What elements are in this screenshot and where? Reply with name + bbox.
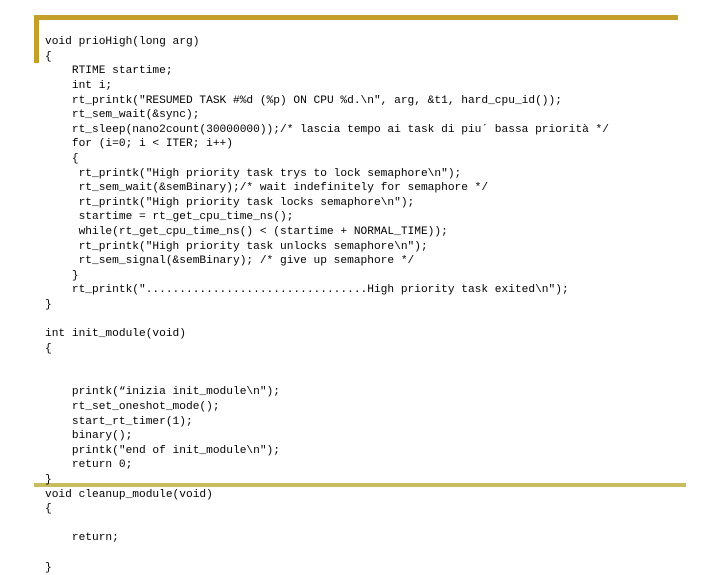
code-line: binary();: [45, 430, 133, 443]
code-line: rt_printk("High priority task trys to lo…: [45, 167, 462, 180]
code-line: void cleanup_module(void): [45, 488, 213, 501]
code-line: rt_printk("High priority task locks sema…: [45, 196, 415, 209]
code-line: for (i=0; i < ITER; i++): [45, 138, 233, 151]
code-line: }: [45, 269, 79, 282]
code-line: }: [45, 561, 52, 574]
code-line: return;: [45, 532, 119, 545]
code-line: {: [45, 50, 52, 63]
code-line: void prioHigh(long arg): [45, 36, 200, 49]
code-line: }: [45, 298, 52, 311]
code-line: {: [45, 152, 79, 165]
code-line: return 0;: [45, 459, 133, 472]
code-line: }: [45, 474, 52, 486]
code-line: rt_sem_wait(&sync);: [45, 109, 200, 122]
left-gold-rule: [34, 15, 39, 63]
code-line: {: [45, 342, 52, 355]
code-line: {: [45, 503, 52, 516]
top-gold-rule: [34, 15, 678, 20]
code-line: printk(“inizia init_module\n");: [45, 386, 280, 399]
code-line: int i;: [45, 79, 113, 92]
code-line: rt_sem_signal(&semBinary); /* give up se…: [45, 255, 415, 268]
code-line: rt_sem_wait(&semBinary);/* wait indefini…: [45, 182, 489, 195]
code-line: int init_module(void): [45, 328, 186, 341]
code-line: startime = rt_get_cpu_time_ns();: [45, 211, 294, 224]
code-listing: void prioHigh(long arg){ RTIME startime;…: [45, 35, 705, 575]
code-line: while(rt_get_cpu_time_ns() < (startime +…: [45, 225, 448, 238]
code-line: rt_sleep(nano2count(30000000));/* lascia…: [45, 123, 609, 136]
slide-canvas: void prioHigh(long arg){ RTIME startime;…: [0, 0, 720, 574]
code-line: printk("end of init_module\n");: [45, 444, 280, 457]
code-line: start_rt_timer(1);: [45, 415, 193, 428]
code-line: rt_printk(".............................…: [45, 284, 569, 297]
code-line: rt_printk("High priority task unlocks se…: [45, 240, 428, 253]
code-line: RTIME startime;: [45, 65, 173, 78]
code-line: rt_set_oneshot_mode();: [45, 401, 220, 414]
code-line: rt_printk("RESUMED TASK #%d (%p) ON CPU …: [45, 94, 562, 107]
